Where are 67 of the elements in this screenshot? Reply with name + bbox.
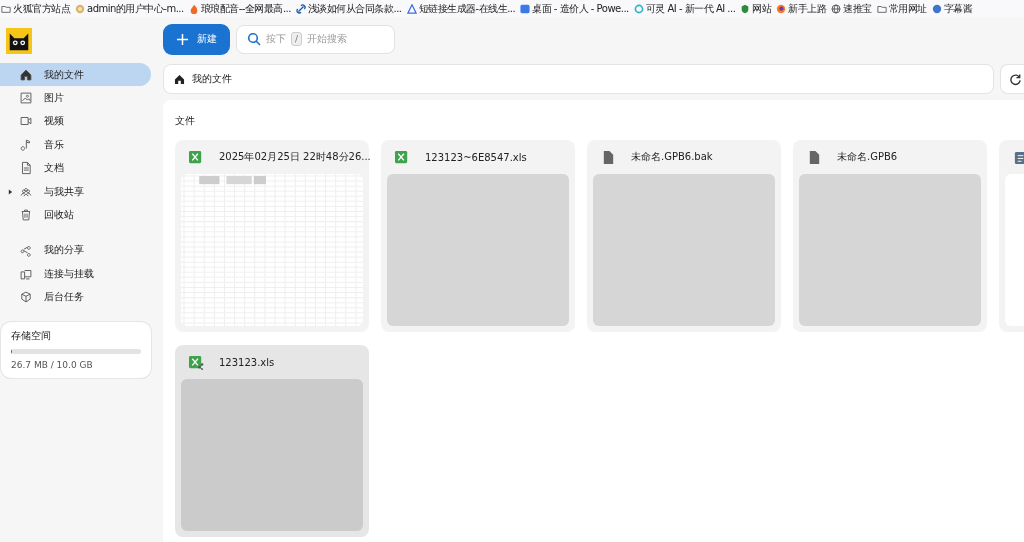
plus-icon [176,32,189,46]
new-button[interactable]: 新建 [163,23,230,55]
bookmark-link[interactable]: 速推宝 [831,1,872,16]
circle-icon [931,3,942,14]
sidebar-item[interactable]: 图片 [0,86,151,110]
bookmark-link[interactable]: 字幕酱 [931,1,973,16]
sidebar-item[interactable]: 连接与挂载 [0,262,151,286]
storage-reading: 26.7 MB / 10.0 GB [11,359,94,370]
bookmark-link[interactable]: 浅谈如何从合同条款... [296,1,402,16]
shield-icon [740,3,751,14]
bookmark-link[interactable]: 火狐官方站点 [1,1,70,16]
refresh-icon [1009,72,1022,86]
image-icon [19,91,33,106]
search-icon [247,32,261,46]
file-card[interactable]: 123123.xls [175,345,369,537]
app-icon [520,3,531,14]
file-name: 未命名.GPB6.bak [631,150,713,164]
file-name: 2025年02月25日 22时48分26... [219,150,371,164]
bookmark-link[interactable]: 桌面 - 造价人 - Powe... [520,1,629,16]
bookmark-link[interactable]: 网站 [740,1,772,16]
music-icon [19,137,33,152]
storage-title: 存储空间 [11,328,52,343]
home-icon [19,67,33,82]
globe-icon [831,3,842,14]
home-icon [173,72,186,86]
sidebar-item[interactable]: 与我共享 [0,179,151,204]
file-card[interactable]: 未命名.GPB6 [793,140,987,332]
sidebar-item[interactable]: 我的分享 [0,238,151,263]
folder-icon [876,3,887,14]
sidebar-item[interactable]: 后台任务 [0,285,151,309]
bookmark-link[interactable]: 新手上路 [776,1,827,16]
folder-icon [1,3,11,14]
trash-icon [19,208,33,223]
file-name: 123123.xls [219,356,275,368]
bookmark-link[interactable]: 常用网址 [876,1,927,16]
ring-icon [633,3,644,14]
doc-icon [19,161,33,176]
browser-icon [776,3,787,14]
refresh-button[interactable] [1000,64,1024,94]
file-card[interactable]: 2025年02月25日 22时48分26... [175,140,369,332]
sidebar-item[interactable]: 文档 [0,156,151,180]
search-field[interactable]: 按下 / 开始搜索 [236,24,395,54]
file-name: 123123~6E8547.xls [425,151,527,163]
bookmark-link[interactable]: 短链接生成器-在线生... [406,1,516,16]
cat-logo-icon [6,28,32,54]
search-placeholder: 开始搜索 [307,32,348,46]
sidebar-item[interactable]: 音乐 [0,133,151,157]
link-icon [296,3,306,14]
share-icon [19,243,33,258]
sidebar-item[interactable]: 回收站 [0,203,151,227]
flame-icon [188,3,199,14]
file-card[interactable]: 未命名.GPB6.bak [587,140,781,332]
expand-arrow-icon[interactable] [8,188,13,195]
badge-icon [75,3,85,14]
triangle-icon [406,3,417,14]
note-icon [1012,149,1024,165]
sidebar-item[interactable]: 我的文件 [0,63,151,87]
search-placeholder: 按下 [266,32,286,46]
sidebar-item[interactable]: 视频 [0,109,151,134]
bookmark-link[interactable]: 可灵 AI - 新一代 AI ... [633,1,736,16]
bookmark-link[interactable]: 琅琅配音--全网最高... [188,1,291,16]
bookmark-link[interactable]: admin的用户中心-m... [75,1,184,16]
section-title: 文件 [175,114,196,128]
breadcrumb-item[interactable]: 我的文件 [192,72,232,86]
file-name: 未命名.GPB6 [837,150,898,164]
file-card[interactable]: 123123~6E8547.xls [381,140,575,332]
shortcut-key: / [291,32,303,46]
